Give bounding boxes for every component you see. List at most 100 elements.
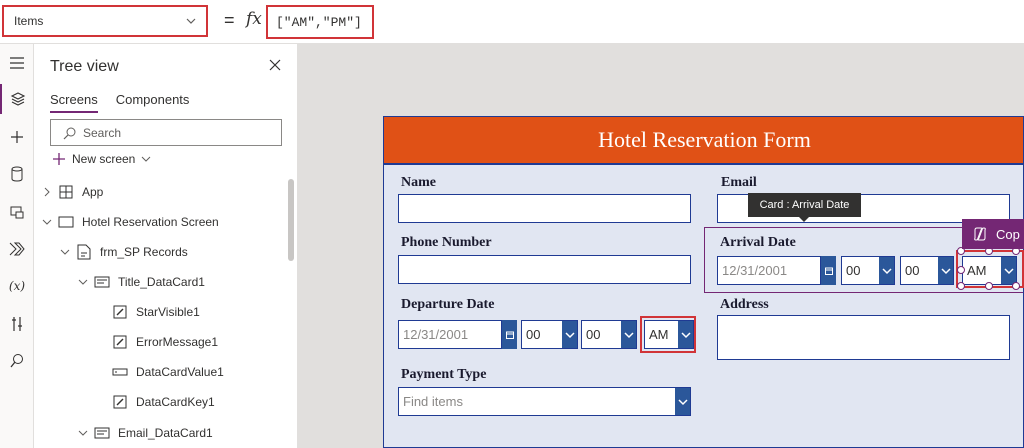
departure-label: Departure Date <box>401 297 495 312</box>
tools-icon[interactable] <box>0 309 34 339</box>
departure-minute-value: 00 <box>586 327 601 342</box>
copilot-icon <box>974 227 986 241</box>
form-title: Hotel Reservation Form <box>384 117 1023 165</box>
chevron-down-icon[interactable] <box>76 278 90 286</box>
email-label: Email <box>721 175 757 190</box>
left-rail: (x) <box>0 44 34 448</box>
tree-node-control[interactable]: StarVisible1 <box>112 298 200 326</box>
tree-node-label: Title_DataCard1 <box>118 275 205 289</box>
tree-node-control[interactable]: ErrorMessage1 <box>112 328 218 356</box>
chevron-down-icon[interactable] <box>562 321 577 348</box>
tree-node-app[interactable]: App <box>40 178 103 206</box>
tree-node-card[interactable]: Email_DataCard1 <box>76 419 213 447</box>
power-automate-icon[interactable] <box>0 234 34 264</box>
chevron-down-icon[interactable] <box>621 321 636 348</box>
calendar-icon[interactable] <box>502 320 517 349</box>
layers-icon[interactable] <box>0 84 34 114</box>
resize-handle[interactable] <box>957 282 965 290</box>
chevron-down-icon[interactable] <box>879 257 894 284</box>
payment-placeholder: Find items <box>403 394 463 409</box>
new-screen-button[interactable]: New screen <box>52 152 151 166</box>
close-icon[interactable] <box>269 58 281 76</box>
departure-hour-value: 00 <box>526 327 541 342</box>
app-icon <box>58 184 74 200</box>
tooltip-text: Card : Arrival Date <box>759 199 850 211</box>
search-placeholder: Search <box>83 125 122 140</box>
departure-minute-dropdown[interactable]: 00 <box>581 320 637 349</box>
arrival-date-picker[interactable]: 12/31/2001 <box>717 256 821 285</box>
departure-date-picker[interactable]: 12/31/2001 <box>398 320 502 349</box>
payment-label: Payment Type <box>401 367 487 382</box>
copilot-label: Cop <box>996 226 1020 242</box>
tree-node-label: DataCardKey1 <box>136 395 215 409</box>
card-icon <box>94 274 110 290</box>
chevron-down-icon[interactable] <box>40 218 54 226</box>
phone-input[interactable] <box>398 255 691 284</box>
tree-tabs: Screens Components <box>50 92 189 113</box>
tree-search-input[interactable]: Search <box>50 119 282 146</box>
arrival-date-value: 12/31/2001 <box>722 263 788 278</box>
variables-icon[interactable]: (x) <box>0 271 34 301</box>
chevron-down-icon[interactable] <box>938 257 953 284</box>
media-icon[interactable] <box>0 197 34 227</box>
arrival-minute-value: 00 <box>905 263 920 278</box>
calendar-icon[interactable] <box>821 256 836 285</box>
arrival-minute-dropdown[interactable]: 00 <box>900 256 954 285</box>
equals-sign: = <box>224 10 235 30</box>
insert-plus-icon[interactable] <box>0 122 34 152</box>
tab-components[interactable]: Components <box>116 92 190 113</box>
power-apps-studio: Items = fx ["AM","PM"] (x) Tree view Scr… <box>0 0 1024 448</box>
address-label: Address <box>720 297 769 312</box>
chevron-down-icon[interactable] <box>675 388 690 415</box>
search-icon[interactable] <box>0 346 34 376</box>
form-icon <box>76 244 92 260</box>
resize-handle[interactable] <box>985 282 993 290</box>
tree-node-screen[interactable]: Hotel Reservation Screen <box>40 208 219 236</box>
hamburger-menu-icon[interactable] <box>0 48 34 78</box>
chevron-down-icon <box>142 156 151 162</box>
tree-node-form[interactable]: frm_SP Records <box>58 238 188 266</box>
chevron-down-icon <box>185 15 197 30</box>
tree-node-card[interactable]: Title_DataCard1 <box>76 268 205 296</box>
departure-hour-dropdown[interactable]: 00 <box>521 320 578 349</box>
tree-node-label: App <box>82 185 104 199</box>
formula-input[interactable]: ["AM","PM"] <box>266 5 374 39</box>
tree-node-label: frm_SP Records <box>100 245 188 259</box>
edit-label-icon <box>112 304 128 320</box>
formula-text: ["AM","PM"] <box>276 14 362 30</box>
arrival-label: Arrival Date <box>720 235 796 250</box>
departure-ampm-highlight <box>640 316 696 353</box>
tree-node-label: Hotel Reservation Screen <box>82 215 219 229</box>
resize-handle[interactable] <box>957 266 965 274</box>
property-dropdown[interactable]: Items <box>2 5 208 37</box>
screen-icon <box>58 214 74 230</box>
chevron-down-icon[interactable] <box>58 248 72 256</box>
tree-scrollbar[interactable] <box>288 179 294 261</box>
resize-handle[interactable] <box>1012 282 1020 290</box>
address-input[interactable] <box>717 315 1010 360</box>
tree-view-title: Tree view <box>50 58 119 75</box>
tree-node-control[interactable]: DataCardKey1 <box>112 388 215 416</box>
tree-view-panel: Tree view Screens Components Search New … <box>34 44 298 448</box>
tree-node-label: ErrorMessage1 <box>136 335 219 349</box>
card-icon <box>94 425 110 441</box>
search-icon <box>63 127 76 139</box>
tooltip-arrow <box>799 217 809 222</box>
name-input[interactable] <box>398 194 691 223</box>
chevron-down-icon[interactable] <box>76 429 90 437</box>
arrival-hour-dropdown[interactable]: 00 <box>841 256 895 285</box>
phone-label: Phone Number <box>401 235 492 250</box>
arrival-hour-value: 00 <box>846 263 861 278</box>
fx-icon[interactable]: fx <box>246 9 262 29</box>
plus-icon <box>53 153 65 165</box>
data-cylinder-icon[interactable] <box>0 159 34 189</box>
payment-combobox[interactable]: Find items <box>398 387 691 416</box>
tree-node-control[interactable]: DataCardValue1 <box>112 358 224 386</box>
tree-node-label: StarVisible1 <box>136 305 200 319</box>
tree-node-label: Email_DataCard1 <box>118 426 213 440</box>
tab-screens[interactable]: Screens <box>50 92 98 113</box>
chevron-right-icon[interactable] <box>40 187 54 197</box>
hotel-reservation-form[interactable]: Hotel Reservation Form Name Email Phone … <box>383 116 1024 448</box>
copilot-button[interactable]: Cop <box>962 219 1024 249</box>
departure-date-value: 12/31/2001 <box>403 327 469 342</box>
